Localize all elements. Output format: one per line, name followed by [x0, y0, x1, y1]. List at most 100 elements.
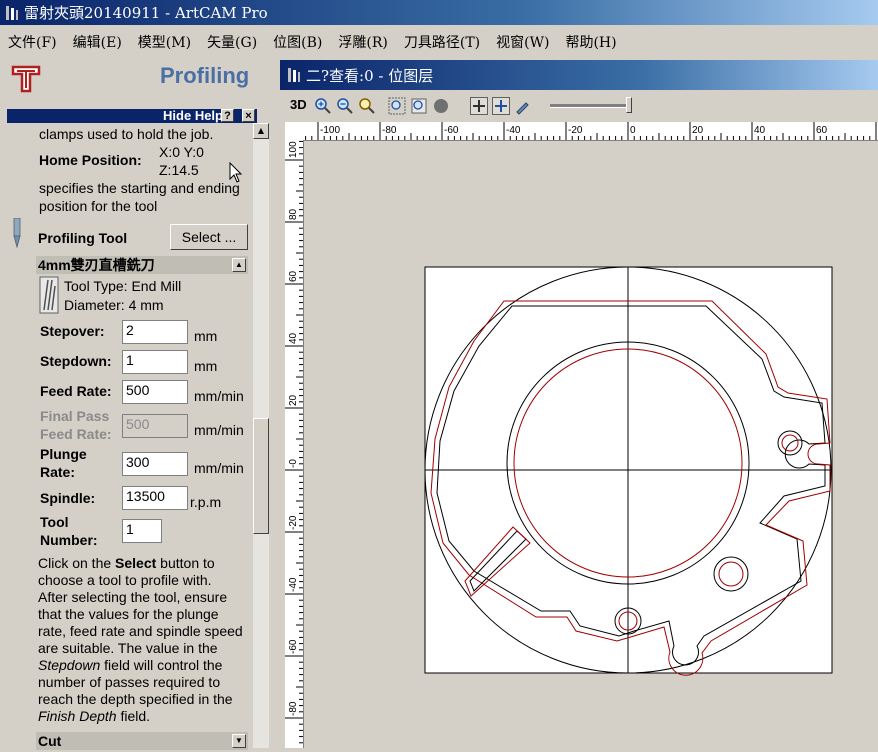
- shade-icon[interactable]: [432, 97, 450, 115]
- spindle-input[interactable]: 13500: [122, 486, 188, 510]
- final-pass-label-2: Feed Rate:: [40, 426, 112, 442]
- feed-rate-label: Feed Rate:: [40, 383, 112, 399]
- stepover-input[interactable]: 2: [122, 320, 188, 344]
- scroll-thumb[interactable]: [253, 418, 269, 534]
- panel-scrollbar[interactable]: ▲: [253, 123, 269, 748]
- expand-down-icon[interactable]: ▼: [232, 734, 246, 748]
- ruler-x-label: -100: [320, 125, 340, 136]
- contrast-slider-track[interactable]: [550, 104, 632, 108]
- help-question-button[interactable]: ?: [221, 109, 234, 122]
- view-titlebar: 二?查看:0 - 位图层: [280, 60, 878, 90]
- view-3d-button[interactable]: 3D: [290, 97, 307, 112]
- menu-help[interactable]: 帮助(H): [557, 32, 624, 52]
- home-desc-line2: position for the tool: [39, 198, 158, 214]
- drawing-canvas[interactable]: [304, 141, 878, 748]
- final-pass-unit: mm/min: [194, 422, 244, 438]
- tool-number-label-1: Tool: [40, 514, 69, 530]
- ruler-corner: [285, 122, 304, 140]
- final-pass-input: 500: [122, 414, 188, 438]
- tool-type: Tool Type: End Mill: [64, 278, 182, 294]
- home-position-label: Home Position:: [39, 152, 142, 168]
- drawing-svg[interactable]: [304, 141, 878, 748]
- select-tool-button[interactable]: Select ...: [170, 224, 248, 250]
- scroll-up-arrow-icon[interactable]: ▲: [253, 123, 269, 139]
- collapse-up-icon[interactable]: ▲: [232, 258, 246, 272]
- feed-rate-input[interactable]: 500: [122, 380, 188, 404]
- ruler-x-label: -20: [568, 125, 583, 136]
- menu-file[interactable]: 文件(F): [0, 32, 65, 52]
- stepdown-input[interactable]: 1: [122, 350, 188, 374]
- feed-rate-unit: mm/min: [194, 388, 244, 404]
- clamps-text: clamps used to hold the job.: [39, 126, 214, 142]
- end-mill-icon: [39, 276, 59, 314]
- ruler-y-label: -40: [288, 577, 299, 592]
- menu-relief[interactable]: 浮雕(R): [330, 32, 395, 52]
- menu-bitmap[interactable]: 位图(B): [265, 32, 330, 52]
- help-close-button[interactable]: ×: [242, 109, 255, 122]
- home-position-xy: X:0 Y:0: [159, 144, 204, 160]
- ruler-y-label: -0: [288, 459, 299, 468]
- spindle-unit: r.p.m: [190, 494, 222, 510]
- final-pass-label-1: Final Pass: [40, 408, 110, 424]
- menu-edit[interactable]: 编辑(E): [65, 32, 130, 52]
- tool-section-header[interactable]: 4mm雙刃直槽銑刀 ▲: [36, 256, 248, 274]
- zoom-extents-icon[interactable]: [388, 97, 406, 115]
- help-bar: Hide Help ? ×: [7, 108, 257, 123]
- ruler-x-label: 0: [630, 125, 636, 136]
- ruler-x-label: 40: [754, 125, 766, 136]
- plunge-rate-label-2: Rate:: [40, 464, 76, 480]
- stepover-label: Stepover:: [40, 323, 105, 339]
- bitmap-layer-icon[interactable]: [492, 97, 510, 115]
- ruler-horizontal-ticks: -100 -80 -60 -40 -20 0 20 40 60: [305, 122, 877, 140]
- tool-bit-icon: [13, 218, 21, 248]
- zoom-out-icon[interactable]: [336, 97, 354, 115]
- spindle-label: Spindle:: [40, 490, 96, 506]
- plunge-rate-input[interactable]: 300: [122, 452, 188, 476]
- ruler-y-label: 40: [288, 332, 299, 344]
- stepdown-unit: mm: [194, 358, 218, 374]
- color-picker-icon[interactable]: [514, 97, 532, 115]
- ruler-vertical-ticks: 100 80 60 40 20 -0 -20 -40 -60 -80: [285, 141, 303, 744]
- menu-vector[interactable]: 矢量(G): [199, 32, 265, 52]
- ruler-x-label: 20: [692, 125, 704, 136]
- cut-section-header[interactable]: Cut ▼: [36, 732, 248, 750]
- tool-number-label-2: Number:: [40, 532, 98, 548]
- cut-section-label: Cut: [38, 733, 62, 749]
- plunge-rate-label-1: Plunge: [40, 446, 87, 462]
- panel-splitter[interactable]: [272, 58, 280, 748]
- home-position-z: Z:14.5: [159, 162, 199, 178]
- view-app-icon: [288, 68, 300, 82]
- contrast-slider-thumb[interactable]: [626, 97, 632, 113]
- tool-diameter: Diameter: 4 mm: [64, 297, 164, 313]
- ruler-x-label: -80: [382, 125, 397, 136]
- ruler-x-label: -60: [444, 125, 459, 136]
- profiling-panel: Profiling Hide Help ? × ▲ clamps used to…: [0, 58, 272, 750]
- panel-title: Profiling: [160, 63, 250, 88]
- view-window: 二?查看:0 - 位图层 3D -100 -80 -60 -40 -20 0 20 40 60 …: [280, 60, 878, 748]
- ruler-y-label: 80: [288, 208, 299, 220]
- ruler-y-label: 20: [288, 394, 299, 406]
- hide-help-button[interactable]: Hide Help: [163, 108, 223, 123]
- menu-window[interactable]: 视窗(W): [488, 32, 557, 52]
- ruler-y-label: 60: [288, 270, 299, 282]
- ruler-y-label: -20: [288, 515, 299, 530]
- artcam-app-icon: [6, 5, 18, 20]
- ruler-y-label: -80: [288, 701, 299, 716]
- view-title: 二?查看:0 - 位图层: [306, 66, 434, 85]
- zoom-in-icon[interactable]: [314, 97, 332, 115]
- stepover-unit: mm: [194, 328, 218, 344]
- zoom-box-icon[interactable]: [410, 97, 428, 115]
- menu-bar: 文件(F) 编辑(E) 模型(M) 矢量(G) 位图(B) 浮雕(R) 刀具路径…: [0, 25, 878, 58]
- tool-name: 4mm雙刃直槽銑刀: [38, 257, 155, 273]
- tool-number-input[interactable]: 1: [122, 519, 162, 543]
- menu-model[interactable]: 模型(M): [130, 32, 199, 52]
- layer-toggle-icon[interactable]: [470, 97, 488, 115]
- menu-toolpaths[interactable]: 刀具路径(T): [396, 32, 488, 52]
- view-toolbar: 3D: [280, 92, 878, 120]
- panel-header: Profiling: [0, 58, 272, 108]
- profiling-tool-label: Profiling Tool: [38, 230, 128, 246]
- ruler-x-label: 60: [816, 125, 828, 136]
- ruler-x-label: -40: [506, 125, 521, 136]
- zoom-previous-icon[interactable]: [358, 97, 376, 115]
- window-titlebar: 雷射夾頭20140911 - ArtCAM Pro: [0, 0, 878, 25]
